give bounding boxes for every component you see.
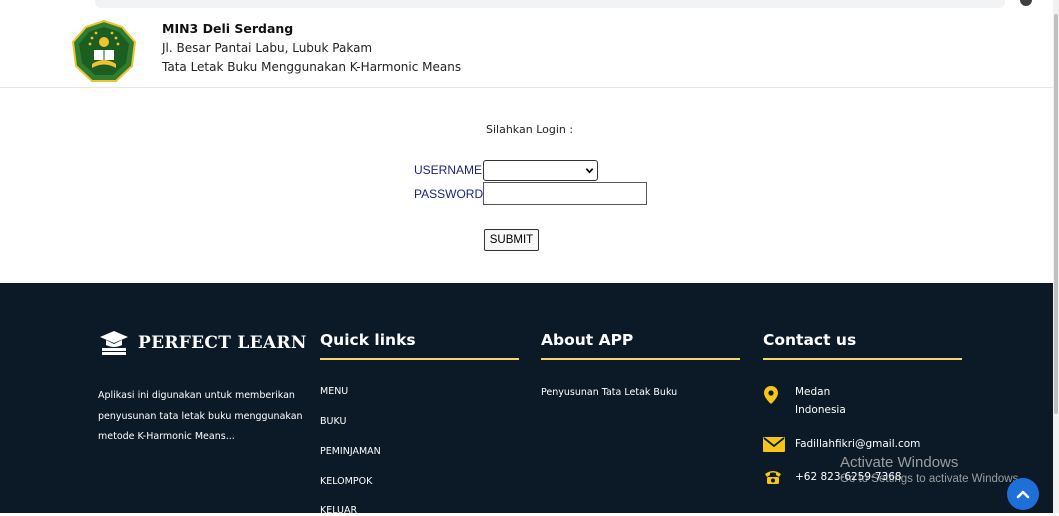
footer-link-menu[interactable]: MENU [320, 386, 348, 397]
site-header: MIN3 Deli Serdang Jl. Besar Pantai Labu,… [0, 12, 1053, 88]
about-app-title: About APP [541, 331, 634, 349]
quick-links-title: Quick links [320, 331, 416, 349]
contact-email[interactable]: Fadillahfikri@gmail.com [795, 438, 920, 450]
address-bar-edge [95, 0, 1005, 8]
school-address: Jl. Besar Pantai Labu, Lubuk Pakam [162, 41, 373, 55]
contact-title: Contact us [763, 331, 857, 349]
footer-about-text: Aplikasi ini digunakan untuk memberikan … [98, 390, 303, 442]
browser-button-edge [1020, 0, 1032, 6]
footer-brand: PERFECT LEARN [99, 329, 307, 357]
footer-link-peminjaman[interactable]: PEMINJAMAN [320, 446, 381, 457]
activate-windows-subtitle: Go to Settings to activate Windows. [840, 473, 1022, 485]
footer-link-keluar[interactable]: KELUAR [320, 505, 357, 516]
contact-country: Indonesia [795, 404, 846, 416]
browser-top-strip [0, 0, 1059, 12]
footer-link-kelompok[interactable]: KELOMPOK [320, 476, 372, 487]
contact-underline [763, 358, 962, 360]
vertical-scrollbar[interactable] [1053, 0, 1059, 513]
footer-link-buku[interactable]: BUKU [320, 416, 346, 427]
submit-button[interactable]: SUBMIT [484, 229, 539, 251]
activate-windows-title: Activate Windows [840, 454, 959, 471]
username-label: USERNAME [414, 163, 483, 177]
brand-name: PERFECT LEARN [138, 333, 307, 353]
password-label: PASSWORD [414, 187, 484, 201]
about-app-item: Penyusunan Tata Letak Buku [541, 387, 678, 398]
graduation-cap-book-icon [100, 331, 128, 355]
quick-links-underline [320, 358, 519, 360]
app-description: Tata Letak Buku Menggunakan K-Harmonic M… [162, 60, 462, 74]
username-select[interactable] [483, 160, 598, 181]
location-pin-icon [764, 386, 784, 406]
login-prompt: Silahkan Login : [486, 123, 574, 136]
chevron-up-icon [1016, 490, 1030, 499]
telephone-icon [763, 469, 783, 489]
contact-city: Medan [795, 386, 831, 398]
scrollbar-thumb[interactable] [1054, 14, 1058, 414]
envelope-icon [763, 437, 785, 457]
school-name: MIN3 Deli Serdang [162, 21, 294, 36]
kemenag-logo [71, 19, 137, 84]
password-field[interactable] [483, 182, 647, 205]
chevron-down-icon [585, 163, 594, 178]
site-footer: PERFECT LEARN Aplikasi ini digunakan unt… [0, 283, 1053, 516]
scroll-to-top-button[interactable] [1007, 478, 1039, 510]
about-app-underline [541, 358, 740, 360]
